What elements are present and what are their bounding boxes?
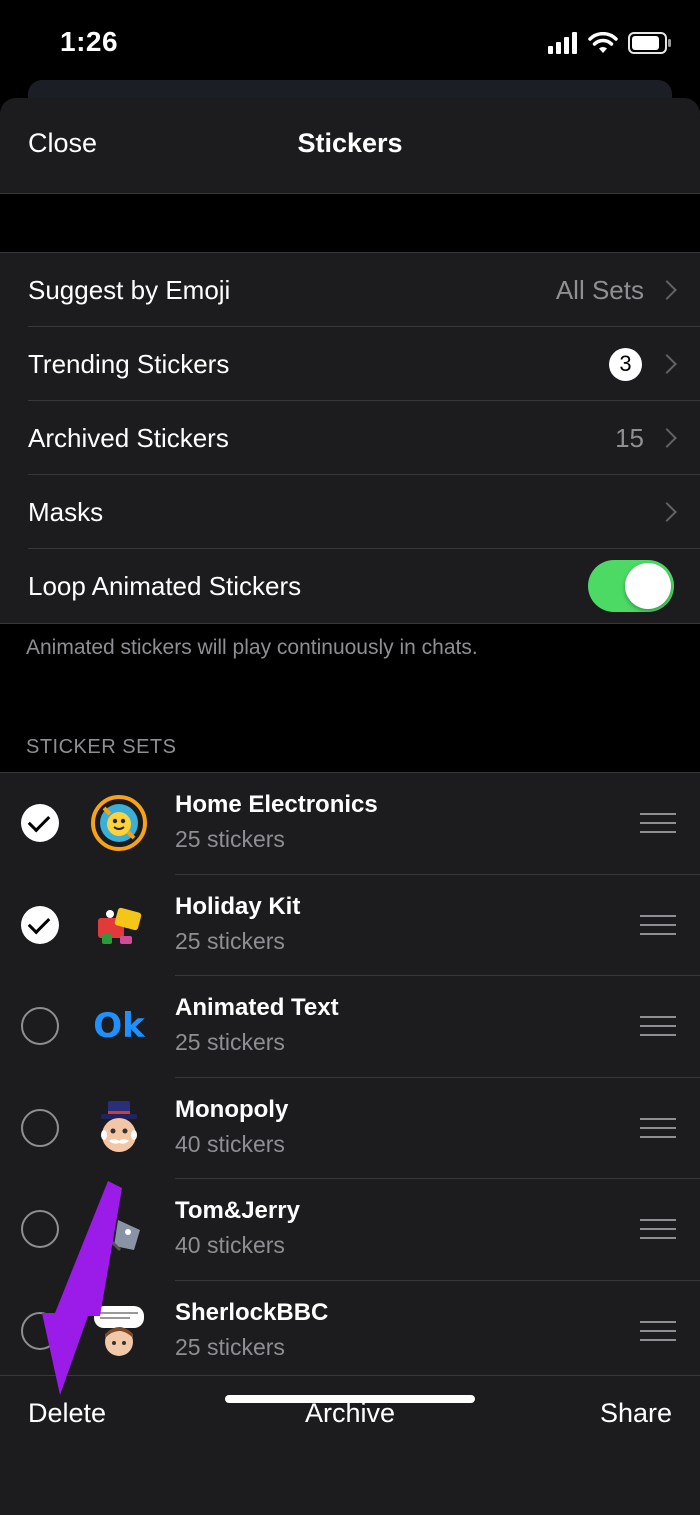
selection-checkbox[interactable]: [21, 1007, 59, 1045]
share-button[interactable]: Share: [600, 1398, 672, 1429]
tom-and-jerry-sticker-icon: [90, 1200, 148, 1258]
loop-animated-toggle[interactable]: [588, 560, 674, 612]
suggest-by-emoji-value: All Sets: [555, 274, 644, 305]
home-electronics-sticker-icon: [90, 794, 148, 852]
sticker-set-count: 25 stickers: [175, 927, 285, 954]
chevron-right-icon: [657, 428, 677, 448]
suggest-by-emoji-label: Suggest by Emoji: [28, 274, 231, 305]
sticker-set-name: Tom&Jerry: [175, 1197, 300, 1224]
loop-footer-note: Animated stickers will play continuously…: [26, 636, 478, 659]
monopoly-sticker-icon: [90, 1099, 148, 1157]
nav-bar: Close Stickers: [0, 98, 700, 194]
sticker-set-row[interactable]: Monopoly 40 stickers: [0, 1078, 700, 1179]
chevron-right-icon: [657, 354, 677, 374]
trending-count-badge: 3: [609, 347, 642, 381]
reorder-handle-icon[interactable]: [640, 1016, 676, 1036]
status-time: 1:26: [60, 26, 119, 57]
sticker-set-count: 25 stickers: [175, 826, 285, 852]
sticker-set-name: Home Electronics: [175, 791, 378, 818]
sticker-set-row[interactable]: Home Electronics 25 stickers: [0, 773, 700, 875]
page-title: Stickers: [297, 128, 403, 158]
reorder-handle-icon[interactable]: [640, 1117, 676, 1138]
sticker-set-row[interactable]: Tom&Jerry 40 stickers: [0, 1179, 700, 1281]
status-icons: [548, 30, 672, 56]
selection-checkbox[interactable]: [21, 1311, 59, 1350]
reorder-handle-icon[interactable]: [640, 914, 676, 935]
stickers-sheet: Close Stickers Suggest by Emoji All Sets…: [0, 98, 700, 1515]
reorder-handle-icon[interactable]: [640, 813, 676, 833]
home-indicator: [225, 1395, 475, 1403]
toggle-knob: [625, 563, 671, 609]
sticker-set-row[interactable]: SherlockBBC 25 stickers: [0, 1281, 700, 1379]
selection-checkbox[interactable]: [21, 1210, 59, 1248]
sticker-set-count: 40 stickers: [175, 1232, 285, 1258]
chevron-right-icon: [657, 502, 677, 522]
sticker-set-count: 40 stickers: [175, 1130, 285, 1157]
archived-stickers-count: 15: [615, 422, 644, 453]
sticker-set-row[interactable]: Ok Animated Text 25 stickers: [0, 976, 700, 1078]
reorder-handle-icon[interactable]: [640, 1219, 676, 1239]
cellular-signal-icon: [548, 32, 577, 54]
battery-icon: [628, 32, 671, 54]
selection-checkbox[interactable]: [21, 905, 59, 944]
chevron-right-icon: [657, 280, 677, 300]
trending-stickers-label: Trending Stickers: [28, 348, 230, 379]
masks-row[interactable]: Masks: [0, 475, 700, 549]
reorder-handle-icon[interactable]: [640, 1320, 676, 1341]
holiday-kit-sticker-icon: [90, 896, 148, 954]
sherlock-sticker-icon: [90, 1302, 148, 1360]
sticker-set-name: Holiday Kit: [175, 892, 301, 920]
sticker-set-name: Animated Text: [175, 994, 339, 1021]
sticker-set-row[interactable]: Holiday Kit 25 stickers: [0, 875, 700, 976]
selection-checkbox[interactable]: [21, 804, 59, 842]
settings-group: Suggest by Emoji All Sets Trending Stick…: [0, 252, 700, 624]
sticker-set-name: SherlockBBC: [175, 1298, 329, 1326]
trending-stickers-row[interactable]: Trending Stickers 3: [0, 327, 700, 401]
archived-stickers-row[interactable]: Archived Stickers 15: [0, 401, 700, 475]
wifi-icon: [588, 32, 618, 53]
loop-animated-stickers-row: Loop Animated Stickers: [0, 549, 700, 623]
archived-stickers-label: Archived Stickers: [28, 422, 229, 453]
status-bar: 1:26: [0, 0, 700, 90]
masks-label: Masks: [28, 496, 104, 527]
selection-checkbox[interactable]: [21, 1108, 59, 1147]
sticker-set-count: 25 stickers: [175, 1029, 285, 1055]
loop-animated-stickers-label: Loop Animated Stickers: [28, 570, 302, 601]
sticker-set-name: Monopoly: [175, 1095, 289, 1123]
animated-text-sticker-icon: Ok: [90, 997, 148, 1055]
sticker-sets-header: STICKER SETS: [26, 736, 177, 758]
sticker-sets-list: Home Electronics 25 stickers Holiday Kit…: [0, 772, 700, 1378]
suggest-by-emoji-row[interactable]: Suggest by Emoji All Sets: [0, 253, 700, 327]
ok-sticker-text: Ok: [93, 1006, 145, 1046]
sticker-set-count: 25 stickers: [175, 1333, 285, 1360]
